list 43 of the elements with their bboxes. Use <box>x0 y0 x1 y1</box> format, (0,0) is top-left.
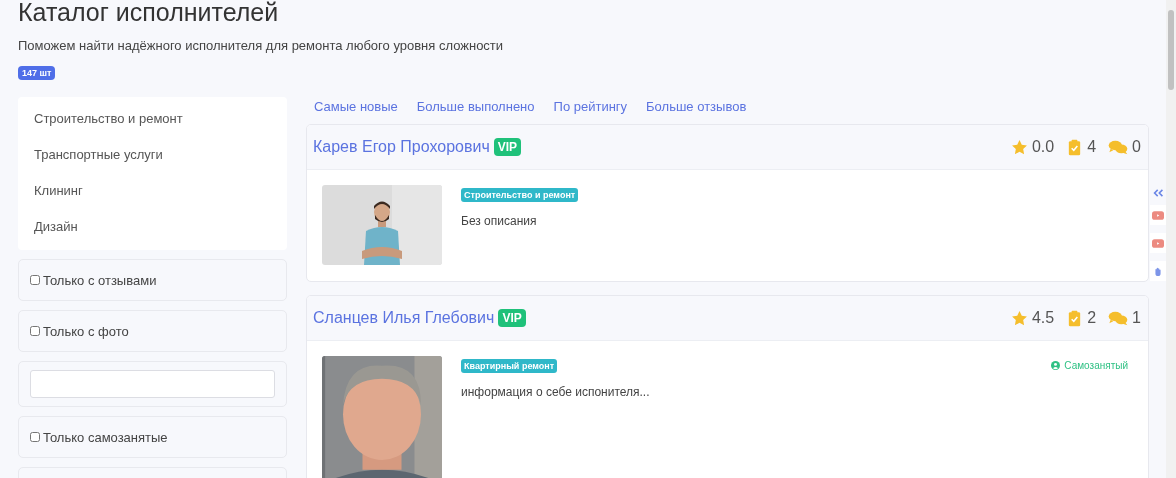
star-icon <box>1010 138 1028 156</box>
category-tag: Квартирный ремонт <box>461 359 558 373</box>
filter-checkbox[interactable]: Только с фото <box>30 323 129 339</box>
checkbox[interactable] <box>30 326 40 336</box>
hand-icon[interactable] <box>1152 266 1164 276</box>
page-title: Каталог исполнителей <box>18 0 280 25</box>
sort-link[interactable]: По рейтингу <box>553 98 628 114</box>
filter-checkbox[interactable]: Только с отзывами <box>30 272 157 288</box>
performer-description: Без описания <box>461 214 537 228</box>
rating-value: 0.0 <box>1031 138 1055 156</box>
star-icon <box>1010 309 1028 327</box>
chat-bubbles-icon <box>1108 138 1129 156</box>
category-tag: Строительство и ремонт <box>461 188 579 202</box>
user-circle-icon <box>1051 361 1061 370</box>
page-subtitle: Поможем найти надёжного исполнителя для ремонта любого уровня сложности <box>18 38 505 53</box>
double-chevron-left-icon[interactable] <box>1152 189 1164 197</box>
self-employed-label: Самозанятый <box>1064 360 1128 371</box>
checkbox[interactable] <box>30 275 40 285</box>
reviews-count: 0 <box>1132 138 1141 156</box>
reviews-count: 1 <box>1132 309 1141 327</box>
tasks-count: 4 <box>1087 138 1097 156</box>
vip-badge: VIP <box>493 138 522 156</box>
filter-checkbox[interactable]: Только самозанятые <box>30 429 168 445</box>
video-play-icon[interactable] <box>1152 238 1164 248</box>
performer-name[interactable]: Сланцев Илья Глебович <box>313 309 495 327</box>
category-link[interactable]: Строительство и ремонт <box>18 101 287 137</box>
tasks-count: 2 <box>1087 309 1097 327</box>
scrollbar-thumb[interactable] <box>1168 10 1174 90</box>
sort-link[interactable]: Самые новые <box>314 98 398 114</box>
vip-badge: VIP <box>498 309 526 327</box>
checkbox[interactable] <box>30 432 40 442</box>
rating-value: 4.5 <box>1031 309 1055 327</box>
category-link[interactable]: Дизайн <box>18 209 287 245</box>
category-link[interactable]: Клининг <box>18 173 287 209</box>
search-field[interactable] <box>30 370 275 398</box>
performer-name[interactable]: Карев Егор Прохорович <box>313 138 490 156</box>
sort-link[interactable]: Больше отзывов <box>646 98 747 114</box>
chat-bubbles-icon <box>1108 309 1129 327</box>
count-badge: 147 шт <box>18 66 56 80</box>
category-link[interactable]: Транспортные услуги <box>18 137 287 173</box>
sort-link[interactable]: Больше выполнено <box>416 98 535 114</box>
performer-description: информация о себе испонителя... <box>461 385 650 399</box>
video-play-icon[interactable] <box>1152 210 1164 220</box>
